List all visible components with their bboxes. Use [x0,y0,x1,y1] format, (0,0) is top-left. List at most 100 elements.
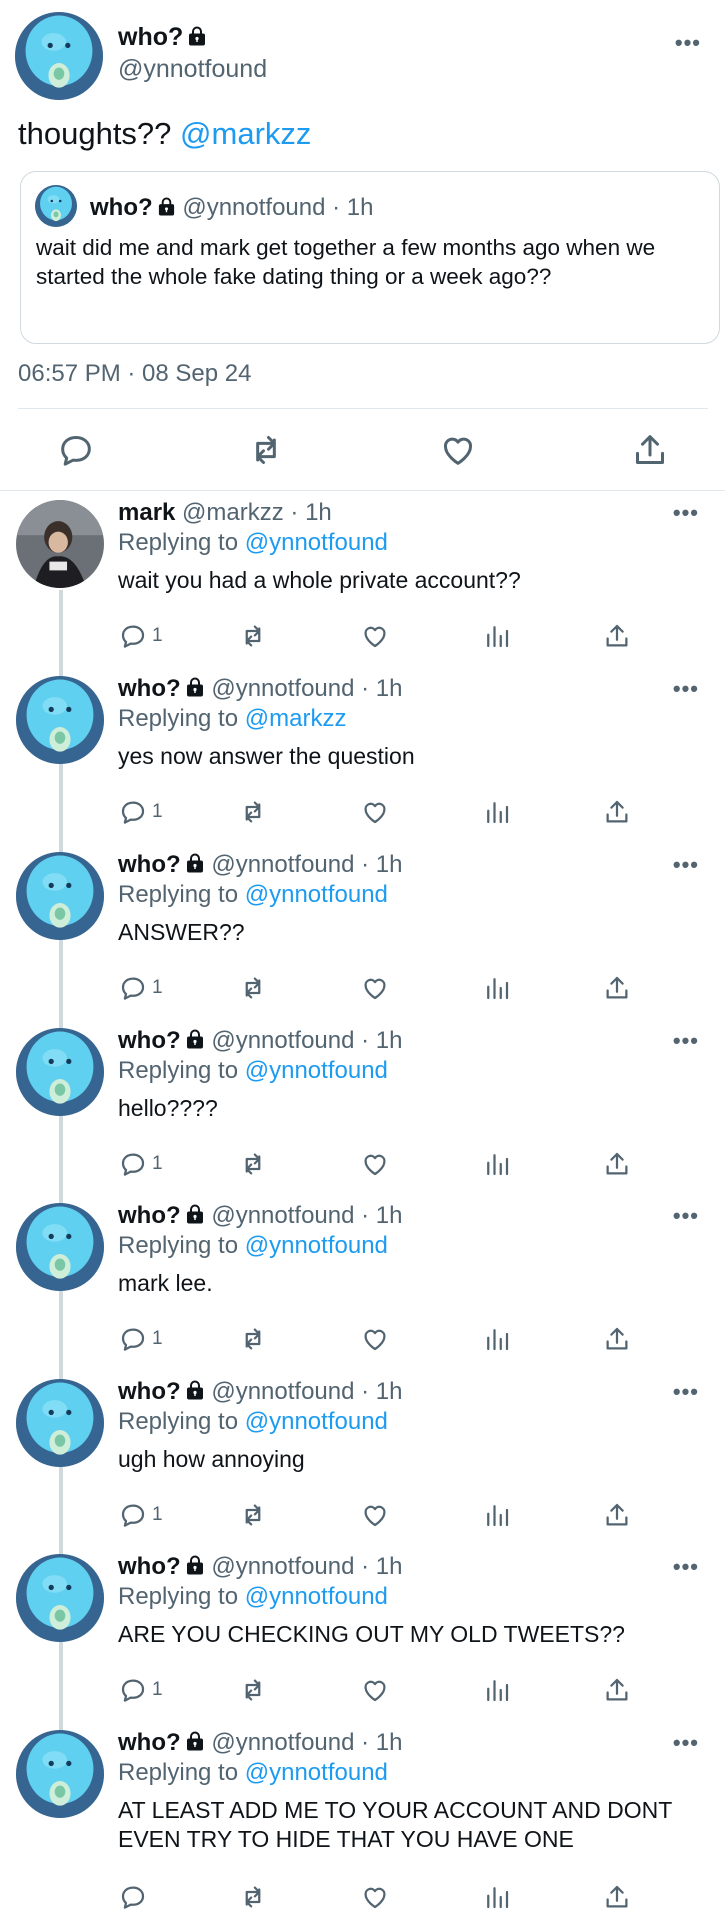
author-name[interactable]: who? [118,23,183,51]
avatar[interactable] [15,12,103,100]
avatar[interactable] [16,1028,104,1116]
reply-button[interactable]: 1 [118,1323,163,1355]
author-name[interactable]: who? [118,1027,181,1054]
avatar[interactable] [16,500,104,588]
mention-link[interactable]: @ynnotfound [245,1759,388,1786]
share-button[interactable] [602,796,632,828]
reply-actions: 1 [0,972,725,1004]
reply-button[interactable] [118,1881,152,1913]
like-button[interactable] [360,1499,390,1531]
views-button[interactable] [482,1881,512,1913]
views-icon [482,1324,512,1354]
retweet-icon[interactable] [246,430,286,470]
author-name[interactable]: who? [118,675,181,702]
share-button[interactable] [602,1674,632,1706]
like-button[interactable] [360,1323,390,1355]
views-button[interactable] [482,1674,512,1706]
more-options-icon[interactable]: ••• [673,502,699,524]
share-button[interactable] [602,1148,632,1180]
retweet-button[interactable] [238,1148,268,1180]
avatar[interactable] [16,852,104,940]
views-button[interactable] [482,1148,512,1180]
retweet-button[interactable] [238,1323,268,1355]
views-button[interactable] [482,796,512,828]
more-options-icon[interactable]: ••• [673,1556,699,1578]
author-name[interactable]: who? [118,1378,181,1405]
share-button[interactable] [602,1499,632,1531]
reply-button[interactable]: 1 [118,1499,163,1531]
mention-link[interactable]: @ynnotfound [245,1583,388,1610]
like-icon[interactable] [438,430,478,470]
mention-link[interactable]: @ynnotfound [245,529,388,556]
author-name[interactable]: who? [118,1553,181,1580]
views-icon [482,621,512,651]
mention-link[interactable]: @ynnotfound [245,1408,388,1435]
like-button[interactable] [360,1881,390,1913]
more-options-icon[interactable]: ••• [673,678,699,700]
reply-icon[interactable] [56,430,96,470]
more-options-icon[interactable]: ••• [673,1030,699,1052]
share-button[interactable] [602,1881,632,1913]
quoted-tweet[interactable]: who? @ynnotfound · 1h wait did me and ma… [20,171,720,344]
mention-link[interactable]: @ynnotfound [245,1232,388,1259]
author-name[interactable]: who? [118,1729,181,1756]
author-name[interactable]: who? [118,1202,181,1229]
retweet-button[interactable] [238,1674,268,1706]
reply-button[interactable]: 1 [118,972,163,1004]
like-button[interactable] [360,1148,390,1180]
reply-header: who? @ynnotfound · 1h [118,1377,402,1407]
share-icon[interactable] [630,430,670,470]
author-handle[interactable]: @ynnotfound [118,52,267,86]
like-button[interactable] [360,972,390,1004]
reply-button[interactable]: 1 [118,1148,163,1180]
tweet-text: thoughts?? [18,116,181,151]
mention-link[interactable]: @markzz [180,116,311,151]
like-button[interactable] [360,796,390,828]
author-handle[interactable]: @ynnotfound · 1h [211,851,402,878]
share-icon [602,1675,632,1705]
author-handle[interactable]: @ynnotfound · 1h [211,1729,402,1756]
reply-button[interactable]: 1 [118,1674,163,1706]
retweet-button[interactable] [238,620,268,652]
reply-button[interactable]: 1 [118,796,163,828]
author-handle[interactable]: @ynnotfound · 1h [211,1202,402,1229]
views-button[interactable] [482,620,512,652]
reply-button[interactable]: 1 [118,620,163,652]
retweet-button[interactable] [238,796,268,828]
mention-link[interactable]: @markzz [245,705,347,732]
author-name[interactable]: who? [118,851,181,878]
avatar[interactable] [16,1203,104,1291]
share-button[interactable] [602,620,632,652]
share-icon [602,1324,632,1354]
views-button[interactable] [482,1499,512,1531]
share-button[interactable] [602,972,632,1004]
author-handle[interactable]: @ynnotfound · 1h [211,1553,402,1580]
avatar[interactable] [16,1730,104,1818]
more-options-icon[interactable]: ••• [673,854,699,876]
more-options-icon[interactable]: ••• [675,32,701,54]
author-handle[interactable]: @ynnotfound · 1h [211,1027,402,1054]
views-button[interactable] [482,972,512,1004]
share-button[interactable] [602,1323,632,1355]
author-handle[interactable]: @ynnotfound · 1h [211,675,402,702]
mention-link[interactable]: @ynnotfound [245,1057,388,1084]
retweet-icon [238,973,268,1003]
mention-link[interactable]: @ynnotfound [245,881,388,908]
more-options-icon[interactable]: ••• [673,1732,699,1754]
retweet-button[interactable] [238,1499,268,1531]
like-button[interactable] [360,1674,390,1706]
like-icon [360,1500,390,1530]
views-button[interactable] [482,1323,512,1355]
avatar[interactable] [16,676,104,764]
retweet-button[interactable] [238,972,268,1004]
retweet-button[interactable] [238,1881,268,1913]
avatar[interactable] [16,1379,104,1467]
author-name[interactable]: mark [118,499,175,526]
avatar[interactable] [16,1554,104,1642]
like-button[interactable] [360,620,390,652]
more-options-icon[interactable]: ••• [673,1205,699,1227]
more-options-icon[interactable]: ••• [673,1381,699,1403]
author-handle[interactable]: @markzz · 1h [182,499,332,526]
tweet-timestamp[interactable]: 06:57 PM · 08 Sep 24 [18,358,251,390]
author-handle[interactable]: @ynnotfound · 1h [211,1378,402,1405]
